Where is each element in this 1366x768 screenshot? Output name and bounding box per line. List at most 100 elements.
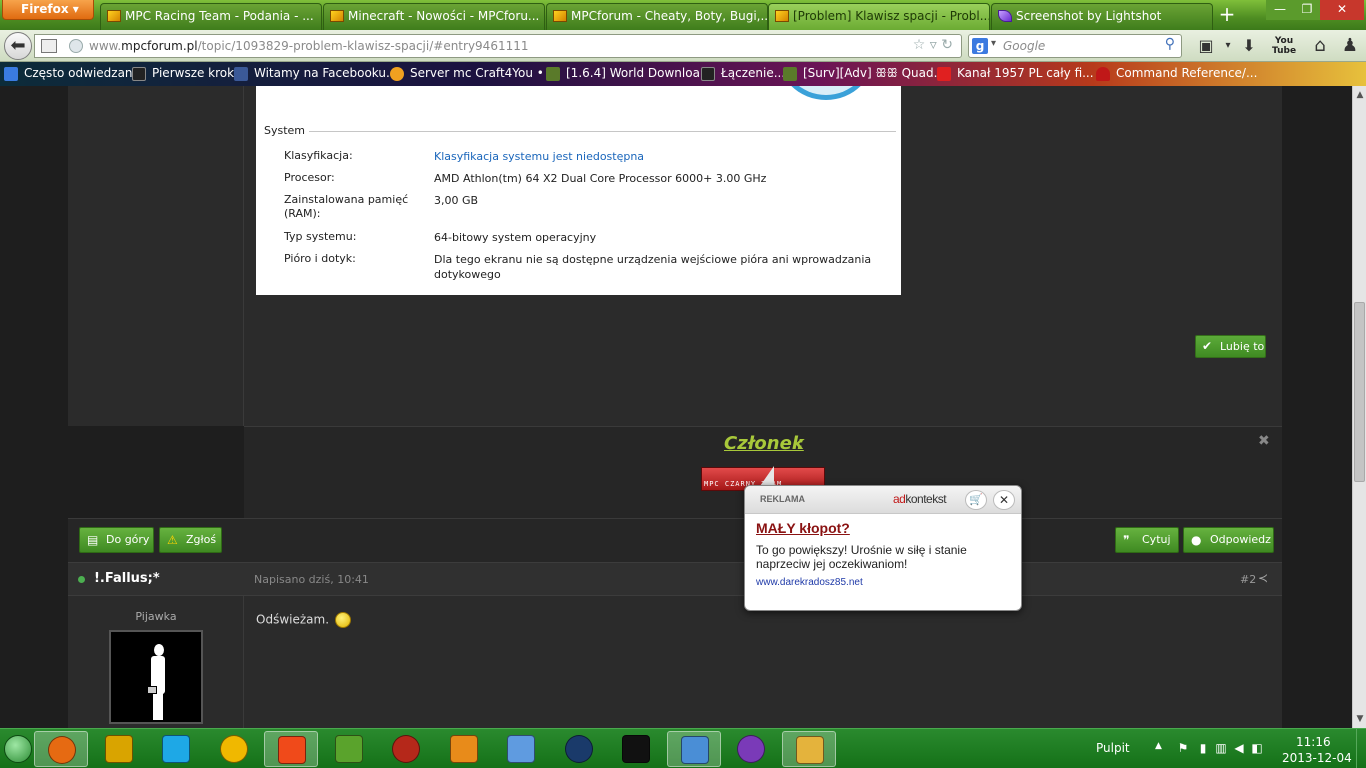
speech-bubble-icon: ● — [1191, 533, 1202, 547]
post-body: Odświeżam. — [256, 612, 352, 628]
row-value: 3,00 GB — [434, 194, 479, 207]
taskbar-app-button[interactable] — [494, 731, 548, 767]
mpcforum-favicon-icon — [553, 10, 567, 22]
taskbar-app-button[interactable] — [724, 731, 778, 767]
taskbar-app-button[interactable] — [379, 731, 433, 767]
signature-title[interactable]: Członek — [724, 433, 804, 454]
taskbar-app-button[interactable] — [437, 731, 491, 767]
rating-link[interactable]: Klasyfikacja systemu jest niedostępna — [434, 149, 874, 164]
firefox-menu-button[interactable]: Firefox ▾ — [2, 0, 94, 20]
usb-device-icon[interactable]: ▮ — [1196, 741, 1210, 755]
language-icon[interactable]: ◧ — [1250, 741, 1264, 755]
vertical-scrollbar[interactable]: ▲ ▼ — [1352, 86, 1366, 728]
taskbar-app-button[interactable] — [609, 731, 663, 767]
taskbar-app-button[interactable] — [149, 731, 203, 767]
system-info-screenshot: System Klasyfikacja: Klasyfikacja system… — [256, 86, 901, 295]
tray-expand-icon[interactable]: ▲ — [1155, 741, 1162, 751]
taskbar-app-button[interactable] — [207, 731, 261, 767]
tab-problem-klawisz[interactable]: [Problem] Klawisz spacji - Probl... — [768, 3, 990, 30]
taskbar-app-button[interactable] — [92, 731, 146, 767]
scrollbar-thumb[interactable] — [1354, 302, 1365, 482]
bookmark-item[interactable]: Command Reference/... — [1096, 66, 1257, 81]
bookmark-icon — [546, 67, 560, 81]
taskbar-app-button[interactable] — [667, 731, 721, 767]
briefcase-icon — [147, 686, 157, 694]
back-to-top-button[interactable]: ▤ Do góry — [79, 527, 154, 553]
bookmark-item[interactable]: Kanał 1957 PL cały fi... — [937, 66, 1094, 81]
search-bar[interactable]: g ▾ Google ⚲ — [968, 34, 1182, 58]
back-button[interactable]: ⬅ — [4, 32, 32, 60]
network-icon[interactable]: ▥ — [1214, 741, 1228, 755]
tab-minecraft[interactable]: Minecraft - Nowości - MPCforu... — [323, 3, 545, 30]
scroll-up-arrow-icon[interactable]: ▲ — [1354, 88, 1366, 102]
mpcforum-favicon-icon — [330, 10, 344, 22]
bookmarks-toolbar: Często odwiedzane Pierwsze kroki Witamy … — [0, 62, 1366, 86]
scroll-down-arrow-icon[interactable]: ▼ — [1354, 712, 1366, 726]
quote-button[interactable]: ❞ Cytuj — [1115, 527, 1179, 553]
android-icon[interactable]: ♟ — [1338, 36, 1362, 56]
bookmark-item[interactable]: Witamy na Facebooku... — [234, 66, 397, 81]
window-restore-button[interactable]: ❐ — [1294, 0, 1320, 20]
taskbar-app-button[interactable] — [264, 731, 318, 767]
report-button[interactable]: ⚠ Zgłoś — [159, 527, 222, 553]
bookmark-icon — [701, 67, 715, 81]
taskbar-app-button[interactable] — [34, 731, 88, 767]
bookmark-item[interactable]: Często odwiedzane — [4, 66, 140, 81]
row-label: Typ systemu: — [284, 230, 357, 243]
new-tab-button[interactable]: + — [1214, 3, 1240, 27]
ad-brand-logo[interactable]: adkontekst — [893, 492, 947, 506]
ad-url-link[interactable]: www.darekradosz85.net — [756, 577, 863, 588]
close-icon[interactable]: ✕ — [993, 490, 1015, 510]
reply-label: Odpowiedz — [1210, 533, 1271, 546]
clock-time[interactable]: 11:16 — [1296, 735, 1331, 749]
clock-date[interactable]: 2013-12-04 — [1282, 751, 1352, 765]
bookmark-label: Kanał 1957 PL cały fi... — [957, 66, 1094, 80]
post-author-link[interactable]: !.Fallus;* — [94, 571, 160, 586]
section-title: System — [264, 124, 310, 137]
download-icon[interactable]: ⬇ — [1237, 36, 1261, 56]
tab-lightshot[interactable]: Screenshot by Lightshot — [991, 3, 1213, 30]
volume-icon[interactable]: ◀ — [1232, 741, 1246, 755]
avatar[interactable] — [109, 630, 203, 724]
url-text: www.mpcforum.pl/topic/1093829-problem-kl… — [89, 39, 529, 53]
post-number-link[interactable]: #2 — [1240, 573, 1256, 586]
share-icon[interactable]: ≺ — [1258, 571, 1268, 585]
music-app-icon — [737, 735, 765, 763]
search-placeholder: Google — [1003, 39, 1046, 53]
youtube-icon[interactable]: You Tube — [1272, 36, 1296, 56]
close-signature-icon[interactable]: ✖ — [1258, 433, 1270, 449]
image-viewer-icon — [681, 736, 709, 764]
like-button[interactable]: ✔ Lubię to — [1195, 335, 1266, 358]
search-icon[interactable]: ⚲ — [1165, 36, 1175, 52]
taskbar-app-button[interactable] — [552, 731, 606, 767]
post2-content: Odświeżam. — [244, 596, 1282, 728]
bookmark-item[interactable]: [1.6.4] World Downloa... — [546, 66, 711, 81]
action-center-icon[interactable]: ⚑ — [1176, 741, 1190, 755]
page-icon — [41, 39, 57, 53]
window-close-button[interactable]: ✕ — [1320, 0, 1364, 20]
user-rank: Pijawka — [135, 610, 177, 623]
taskbar-app-button[interactable] — [782, 731, 836, 767]
bookmark-item[interactable]: Łączenie... — [701, 66, 785, 81]
lightshot-feather-icon — [998, 10, 1012, 22]
google-icon[interactable]: g — [972, 38, 988, 54]
url-bar[interactable]: www.mpcforum.pl/topic/1093829-problem-kl… — [34, 34, 962, 58]
search-engine-dropdown-icon[interactable]: ▾ — [991, 38, 996, 49]
bookmark-star-icon[interactable]: ☆ ▿ ↻ — [913, 37, 953, 53]
shopping-cart-icon[interactable]: 🛒 — [965, 490, 987, 510]
desktop-toolbar-label[interactable]: Pulpit — [1096, 741, 1130, 755]
bookmark-item[interactable]: [Surv][Adv] ꕥꕥ Quad... — [783, 66, 945, 81]
window-minimize-button[interactable]: — — [1266, 0, 1294, 20]
bookmark-item[interactable]: Server mc Craft4You • ... — [390, 66, 559, 81]
post1-author-column — [68, 86, 244, 426]
show-desktop-button[interactable] — [1356, 729, 1366, 768]
ad-title-link[interactable]: MAŁY kłopot? — [756, 520, 850, 536]
taskbar-app-button[interactable] — [322, 731, 376, 767]
reply-button[interactable]: ● Odpowiedz — [1183, 527, 1274, 553]
tab-mpc-racing[interactable]: MPC Racing Team - Podania - ... — [100, 3, 322, 30]
tab-mpcforum[interactable]: MPCforum - Cheaty, Boty, Bugi,... — [546, 3, 768, 30]
bookmark-item[interactable]: Pierwsze kroki — [132, 66, 237, 81]
home-icon[interactable]: ⌂ — [1308, 36, 1332, 56]
lightshot-toolbar-icon[interactable]: ▣ — [1194, 36, 1218, 56]
start-button[interactable] — [4, 735, 32, 763]
